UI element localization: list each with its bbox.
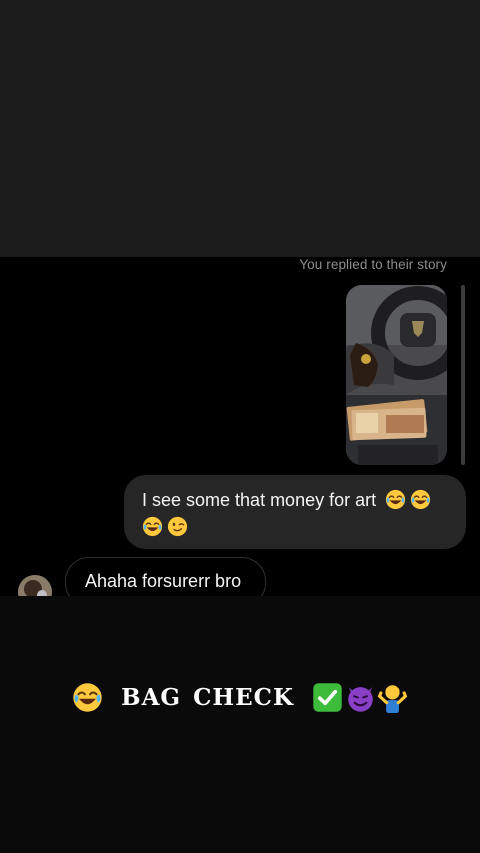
overlay-caption: BAG CHECK bbox=[121, 684, 294, 711]
message-thread[interactable]: You replied to their story I see some th… bbox=[0, 257, 480, 596]
story-thumbnail[interactable] bbox=[346, 285, 447, 465]
wink-emoji-icon bbox=[167, 516, 188, 537]
shrug-icon bbox=[378, 685, 408, 713]
story-reply-caption: You replied to their story bbox=[299, 257, 447, 272]
outgoing-message-text: I see some that money for art bbox=[142, 487, 448, 541]
joy-emoji-icon bbox=[410, 489, 431, 510]
check-mark-icon bbox=[313, 683, 343, 712]
smiling-devil-icon bbox=[348, 687, 373, 712]
overlay-word-bag: BAG bbox=[121, 684, 182, 711]
joy-emoji-icon bbox=[71, 682, 103, 713]
incoming-message-text: Ahaha forsurerr bro bbox=[85, 571, 242, 591]
story-media-bottom bbox=[0, 596, 480, 853]
joy-emoji-icon bbox=[385, 489, 406, 510]
incoming-message-bubble[interactable]: Ahaha forsurerr bro bbox=[65, 557, 266, 596]
joy-emoji-icon bbox=[142, 516, 163, 537]
story-media-top bbox=[0, 0, 480, 257]
sender-avatar[interactable] bbox=[18, 575, 52, 596]
reply-indicator-bar bbox=[461, 285, 465, 465]
outgoing-message-bubble[interactable]: I see some that money for art bbox=[124, 475, 466, 549]
overlay-word-check: CHECK bbox=[193, 684, 294, 711]
story-text-overlay: BAG CHECK bbox=[0, 682, 480, 720]
outgoing-message-body: I see some that money for art bbox=[142, 490, 377, 510]
